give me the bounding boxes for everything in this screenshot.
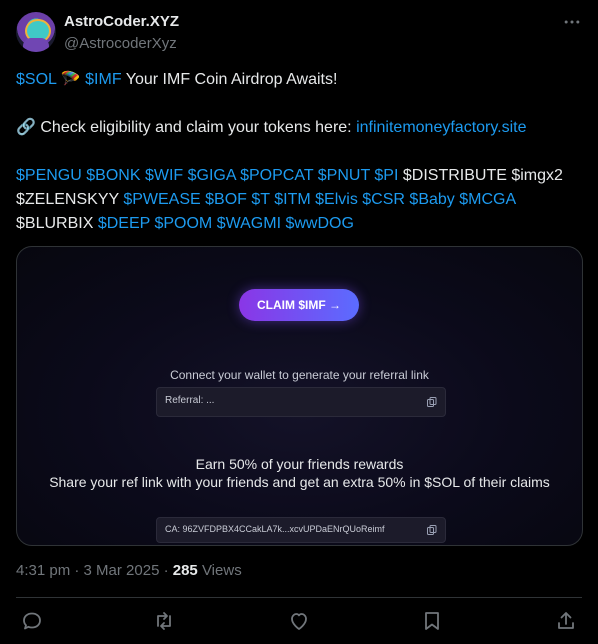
cashtag[interactable]: $BOF <box>205 191 247 208</box>
cashtag[interactable]: $PNUT <box>318 167 370 184</box>
avatar[interactable] <box>16 12 56 52</box>
cashtag[interactable]: $POPCAT <box>240 167 313 184</box>
plain-tags: $DISTRIBUTE $imgx2 <box>402 167 563 184</box>
cashtag[interactable]: $T <box>251 191 269 208</box>
timestamp[interactable]: 4:31 pm · 3 Mar 2025 · <box>16 562 173 579</box>
earn-line-1: Earn 50% of your friends rewards <box>195 456 404 472</box>
tweet: AstroCoder.XYZ @AstrocoderXyz $SOL 🪂 $IM… <box>0 0 598 644</box>
tags-row-2: $ZELENSKYY $PWEASE $BOF $T $ITM $Elvis $… <box>16 188 516 212</box>
plain-tags: $ZELENSKYY <box>16 191 119 208</box>
author-name[interactable]: AstroCoder.XYZ <box>64 13 179 30</box>
views-label: Views <box>197 562 242 579</box>
cashtag[interactable]: $DEEP <box>98 215 150 232</box>
parachute-emoji: 🪂 <box>60 71 81 88</box>
claim-text: Check eligibility and claim your tokens … <box>35 119 357 136</box>
cashtag[interactable]: $WIF <box>145 167 183 184</box>
cashtag[interactable]: $GIGA <box>188 167 236 184</box>
cashtag[interactable]: $PI <box>374 167 398 184</box>
cashtag[interactable]: $PENGU <box>16 167 82 184</box>
tags-row-3: $BLURBIX $DEEP $POOM $WAGMI $wwDOG <box>16 212 354 236</box>
cashtag[interactable]: $Elvis <box>315 191 358 208</box>
copy-icon[interactable] <box>427 525 437 535</box>
avatar-body <box>23 38 49 52</box>
cashtag[interactable]: $Baby <box>409 191 454 208</box>
more-options-icon[interactable] <box>562 12 582 32</box>
retweet-icon[interactable] <box>152 609 176 633</box>
earn-text: Earn 50% of your friends rewards Share y… <box>17 455 582 491</box>
referral-field[interactable]: Referral: ... <box>156 387 446 417</box>
cashtag[interactable]: $MCGA <box>459 191 516 208</box>
claim-button[interactable]: CLAIM $IMF → <box>239 289 359 321</box>
media-card[interactable]: CLAIM $IMF → Connect your wallet to gene… <box>16 246 583 546</box>
cashtag[interactable]: $ITM <box>274 191 310 208</box>
divider <box>16 597 582 598</box>
cashtag[interactable]: $PWEASE <box>123 191 200 208</box>
cashtag[interactable]: $POOM <box>154 215 212 232</box>
connect-wallet-text: Connect your wallet to generate your ref… <box>170 368 429 382</box>
tags-row-1: $PENGU $BONK $WIF $GIGA $POPCAT $PNUT $P… <box>16 164 563 188</box>
reply-icon[interactable] <box>20 609 44 633</box>
tweet-line-2: 🔗 Check eligibility and claim your token… <box>16 116 527 140</box>
cashtag[interactable]: $WAGMI <box>217 215 281 232</box>
like-icon[interactable] <box>287 609 311 633</box>
share-icon[interactable] <box>554 609 578 633</box>
cashtag[interactable]: $wwDOG <box>285 215 353 232</box>
action-bar <box>0 609 598 635</box>
bookmark-icon[interactable] <box>420 609 444 633</box>
author-handle[interactable]: @AstrocoderXyz <box>64 35 177 52</box>
plain-tags: $BLURBIX <box>16 215 94 232</box>
contract-address-field[interactable]: CA: 96ZVFDPBX4CCakLA7k...xcvUPDaENrQUoRe… <box>156 517 446 543</box>
contract-address-label: CA: 96ZVFDPBX4CCakLA7k...xcvUPDaENrQUoRe… <box>165 524 385 534</box>
referral-label: Referral: ... <box>165 395 215 406</box>
site-link[interactable]: infinitemoneyfactory.site <box>356 119 526 136</box>
cashtag[interactable]: $SOL <box>16 71 56 88</box>
cashtag[interactable]: $CSR <box>362 191 405 208</box>
cashtag[interactable]: $IMF <box>85 71 121 88</box>
headline-text: Your IMF Coin Airdrop Awaits! <box>121 71 338 88</box>
copy-icon[interactable] <box>427 397 437 407</box>
tweet-meta: 4:31 pm · 3 Mar 2025 · 285 Views <box>16 562 242 579</box>
views-count: 285 <box>172 562 198 579</box>
link-emoji: 🔗 <box>16 119 36 136</box>
tweet-line-1: $SOL 🪂 $IMF Your IMF Coin Airdrop Awaits… <box>16 68 337 92</box>
earn-line-2: Share your ref link with your friends an… <box>49 474 550 490</box>
cashtag[interactable]: $BONK <box>86 167 140 184</box>
